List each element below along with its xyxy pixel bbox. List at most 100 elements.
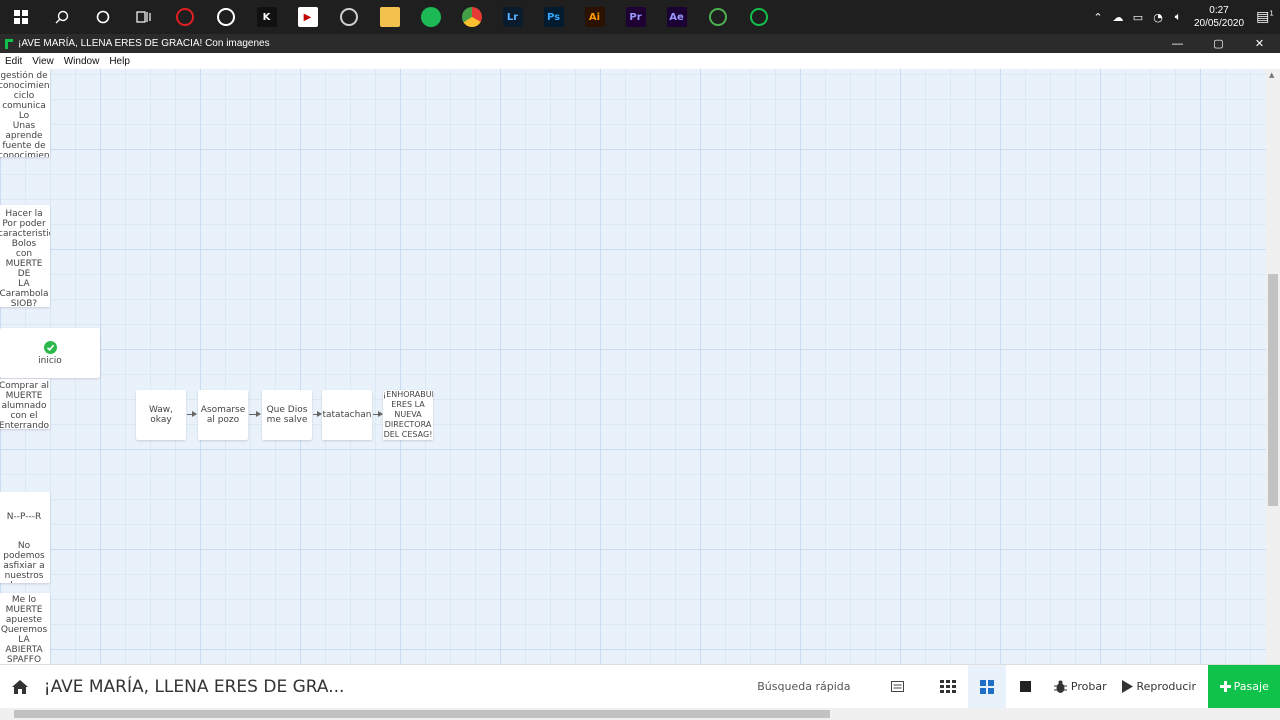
stack-text-line: Hacer la	[5, 209, 43, 219]
scroll-up-arrow-icon[interactable]: ▲	[1269, 71, 1274, 79]
cloud-app-icon	[339, 8, 358, 26]
maximize-button[interactable]: ▢	[1198, 37, 1239, 50]
passage-enhorabuena[interactable]: ¡ENHORABUENA ERES LA NUEVA DIRECTORA DEL…	[383, 390, 433, 440]
passage-asomarse-al-pozo[interactable]: Asomarse al pozo	[198, 390, 248, 440]
passage-stack-bottom[interactable]: Me lo MUERTE apueste Queremos LA ABIERTA SPAFF…	[0, 593, 50, 664]
vertical-scrollbar-thumb[interactable]	[1268, 274, 1278, 506]
stack-text-line: LA	[18, 635, 30, 645]
zoom-medium-button[interactable]	[968, 664, 1006, 709]
passage-stack-low[interactable]: Comprar al MUERTE alumnado con el Enterrando…	[0, 379, 50, 429]
passage-label: tatatachan	[322, 410, 372, 420]
taskbar-app-button[interactable]	[451, 0, 492, 34]
taskbar-app-button[interactable]	[369, 0, 410, 34]
stack-text-line: podemos	[3, 551, 45, 561]
story-map-canvas[interactable]: gestión deconocimientociclocomunicaLoUna…	[0, 69, 1266, 664]
search-button[interactable]	[41, 0, 82, 34]
close-button[interactable]: ✕	[1239, 37, 1280, 50]
new-passage-button[interactable]: Pasaje	[1208, 664, 1280, 709]
stack-text-line: SPAFFO	[6, 655, 42, 664]
stack-text-line: apueste	[5, 615, 43, 625]
story-details-button[interactable]	[882, 665, 912, 709]
game-icon	[175, 8, 194, 26]
volume-icon[interactable]: 🔈︎	[1168, 10, 1188, 24]
taskbar-clock[interactable]: 0:27 20/05/2020	[1188, 4, 1250, 30]
task-view-button[interactable]	[123, 0, 164, 34]
kick-icon: K	[256, 7, 277, 27]
taskbar-app-button[interactable]	[697, 0, 738, 34]
minimize-button[interactable]: —	[1157, 38, 1198, 50]
taskbar-app-button[interactable]	[410, 0, 451, 34]
taskbar-app-button[interactable]	[164, 0, 205, 34]
cortana-circle-icon	[96, 10, 109, 24]
menu-edit[interactable]: Edit	[0, 56, 27, 67]
home-button[interactable]	[0, 679, 40, 695]
horizontal-scrollbar-thumb[interactable]	[14, 710, 830, 718]
battery-icon[interactable]: ▭	[1128, 11, 1148, 24]
stack-low-text: Comprar al MUERTE alumnado con el Enterrando…	[0, 381, 50, 429]
stack-text-line: nuestros	[4, 571, 44, 581]
vertical-scrollbar[interactable]: ▲	[1266, 69, 1280, 664]
passage-label: Asomarse al pozo	[200, 405, 246, 425]
stack-text-line: MUERTE DE	[5, 259, 43, 279]
play-button[interactable]: Reproducir	[1115, 665, 1202, 709]
taskbar-app-button[interactable]	[738, 0, 779, 34]
windows-logo-icon	[13, 10, 28, 24]
taskbar-app-button[interactable]	[328, 0, 369, 34]
windows-taskbar: K ▶ Lr Ps Ai Pr Ae ⌃ ☁ ▭ ◔ 🔈︎ 0:27 20/05/2020 …	[0, 0, 1280, 34]
passage-npr[interactable]: N--P---R	[0, 492, 50, 542]
test-button[interactable]: Probar	[1046, 665, 1116, 709]
test-button-label: Probar	[1070, 680, 1107, 693]
notification-center-button[interactable]: ▤1	[1250, 9, 1280, 25]
passage-inicio[interactable]: inicio	[0, 328, 100, 378]
zoom-large-button[interactable]	[1006, 665, 1046, 709]
taskbar-app-list: K ▶ Lr Ps Ai Pr Ae	[164, 0, 779, 34]
zoom-small-button[interactable]	[928, 665, 968, 709]
stack-text-line: asfixiar a	[3, 561, 45, 571]
chevron-up-icon[interactable]: ⌃	[1088, 11, 1108, 24]
file-explorer-icon	[379, 7, 400, 27]
start-button[interactable]	[0, 0, 41, 34]
passage-link-arrow	[249, 411, 261, 417]
home-icon	[11, 679, 28, 694]
menu-help[interactable]: Help	[104, 56, 135, 67]
clock-time: 0:27	[1209, 5, 1229, 16]
twine-logo-icon	[5, 38, 13, 49]
stack-text-line: No	[17, 541, 31, 551]
quick-search-input[interactable]: Búsqueda rápida	[757, 680, 850, 693]
notification-count: 1	[1269, 9, 1274, 18]
passage-stack-mid[interactable]: Hacer laPor podercaracteristicBolosconMU…	[0, 205, 50, 307]
taskbar-app-button[interactable]: Ps	[533, 0, 574, 34]
taskbar-app-button[interactable]: Ae	[656, 0, 697, 34]
cortana-button[interactable]	[82, 0, 123, 34]
passage-stack-npr[interactable]: Nopodemosasfixiar anuestrosalumnos	[0, 541, 50, 583]
horizontal-scrollbar[interactable]	[0, 708, 1280, 720]
taskbar-app-button[interactable]: Lr	[492, 0, 533, 34]
twine-icon	[749, 8, 768, 26]
stack-text-line: conocimiento	[0, 151, 50, 157]
taskbar-app-button[interactable]: Pr	[615, 0, 656, 34]
stack-text-line: con el	[10, 411, 38, 421]
passage-tatatachan[interactable]: tatatachan	[322, 390, 372, 440]
passage-stack-top[interactable]: gestión deconocimientociclocomunicaLoUna…	[0, 69, 50, 157]
passage-label: ¡ENHORABUENA ERES LA NUEVA DIRECTORA DEL…	[383, 390, 433, 439]
taskbar-app-button[interactable]	[205, 0, 246, 34]
taskbar-app-button[interactable]: K	[246, 0, 287, 34]
menu-view[interactable]: View	[27, 56, 59, 67]
new-passage-label: Pasaje	[1233, 680, 1269, 693]
spotify-icon	[420, 7, 441, 27]
system-tray: ⌃ ☁ ▭ ◔ 🔈︎ 0:27 20/05/2020 ▤1	[1088, 0, 1280, 34]
quick-search-field[interactable]: Búsqueda rápida	[753, 672, 882, 702]
taskbar-app-button[interactable]: Ai	[574, 0, 615, 34]
store-icon	[216, 8, 235, 26]
story-title[interactable]: ¡AVE MARÍA, LLENA ERES DE GRA...	[44, 677, 740, 697]
passage-que-dios-me-salve[interactable]: Que Dios me salve	[262, 390, 312, 440]
passage-waw-okay[interactable]: Waw, okay	[136, 390, 186, 440]
play-button-label: Reproducir	[1136, 680, 1197, 693]
stack-text-line: Por poder	[2, 219, 46, 229]
stack-text-line: conocimiento	[0, 81, 50, 91]
menu-window[interactable]: Window	[59, 56, 105, 67]
taskbar-app-button[interactable]: ▶	[287, 0, 328, 34]
onedrive-cloud-icon[interactable]: ☁	[1108, 11, 1128, 24]
stack-mid-text: Hacer laPor podercaracteristicBolosconMU…	[0, 209, 50, 307]
wifi-icon[interactable]: ◔	[1148, 11, 1168, 24]
